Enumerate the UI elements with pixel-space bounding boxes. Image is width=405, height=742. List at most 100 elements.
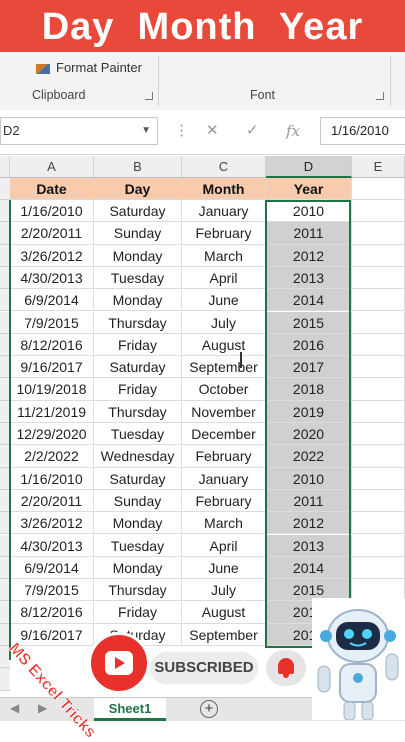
year-cell[interactable]: 2016 (266, 333, 352, 357)
year-cell[interactable]: 2017 (266, 356, 352, 379)
day-cell[interactable]: Tuesday (94, 266, 182, 290)
year-cell[interactable]: 2012 (266, 244, 352, 267)
row-header[interactable] (0, 178, 10, 200)
day-cell[interactable]: Thursday (94, 400, 182, 423)
month-cell[interactable]: April (182, 534, 266, 557)
name-box[interactable]: D2 ▼ (0, 117, 158, 145)
day-cell[interactable]: Tuesday (94, 534, 182, 557)
empty-cell[interactable] (352, 445, 405, 468)
empty-cell[interactable] (352, 356, 405, 379)
year-cell[interactable]: 2019 (266, 400, 352, 423)
year-cell[interactable]: 2013 (266, 534, 352, 557)
month-cell[interactable]: November (182, 400, 266, 423)
date-cell[interactable]: 7/9/2015 (10, 311, 94, 334)
cancel-icon[interactable]: ✕ (206, 117, 219, 145)
date-cell[interactable]: 2/20/2011 (10, 222, 94, 245)
empty-cell[interactable] (352, 467, 405, 490)
date-cell[interactable]: 4/30/2013 (10, 266, 94, 290)
date-cell[interactable]: 3/26/2012 (10, 512, 94, 535)
day-cell[interactable]: Sunday (94, 489, 182, 513)
font-launcher-icon[interactable] (376, 92, 384, 100)
month-cell[interactable]: August (182, 601, 266, 624)
date-cell[interactable]: 2/2/2022 (10, 445, 94, 468)
channel-logo[interactable] (88, 632, 150, 694)
day-cell[interactable]: Friday (94, 333, 182, 357)
month-cell[interactable]: February (182, 445, 266, 468)
empty-cell[interactable] (352, 489, 405, 513)
month-cell[interactable]: June (182, 289, 266, 312)
year-cell[interactable]: 2018 (266, 378, 352, 401)
prev-sheet-icon[interactable]: ◀ (10, 701, 19, 715)
day-cell[interactable]: Tuesday (94, 423, 182, 446)
empty-cell[interactable] (352, 400, 405, 423)
month-cell[interactable]: July (182, 311, 266, 334)
day-cell[interactable]: Thursday (94, 579, 182, 602)
day-cell[interactable]: Saturday (94, 356, 182, 379)
clipboard-launcher-icon[interactable] (145, 92, 153, 100)
month-cell[interactable]: April (182, 266, 266, 290)
empty-cell[interactable] (352, 244, 405, 267)
date-cell[interactable]: 8/12/2016 (10, 333, 94, 357)
chevron-down-icon[interactable]: ▼ (141, 118, 151, 144)
date-cell[interactable]: 8/12/2016 (10, 601, 94, 624)
day-cell[interactable]: Friday (94, 378, 182, 401)
date-cell[interactable]: 6/9/2014 (10, 289, 94, 312)
fx-icon[interactable]: fx (286, 117, 300, 145)
year-cell[interactable]: 2020 (266, 423, 352, 446)
empty-cell[interactable] (352, 534, 405, 557)
header-cell-year[interactable]: Year (266, 178, 352, 201)
month-cell[interactable]: February (182, 489, 266, 513)
month-cell[interactable]: June (182, 556, 266, 580)
year-cell[interactable]: 2011 (266, 489, 352, 513)
empty-cell[interactable] (352, 423, 405, 446)
empty-cell[interactable] (352, 378, 405, 401)
empty-cell[interactable] (352, 178, 405, 201)
notification-bell-button[interactable] (266, 650, 306, 686)
column-header-d[interactable]: D (266, 156, 352, 178)
date-cell[interactable]: 1/16/2010 (10, 200, 94, 223)
day-cell[interactable]: Monday (94, 289, 182, 312)
column-header-b[interactable]: B (94, 156, 182, 178)
day-cell[interactable]: Monday (94, 556, 182, 580)
enter-icon[interactable]: ✓ (246, 117, 259, 145)
sheet-tab-sheet1[interactable]: Sheet1 (94, 698, 166, 721)
next-sheet-icon[interactable]: ▶ (38, 701, 47, 715)
empty-cell[interactable] (352, 200, 405, 223)
month-cell[interactable]: March (182, 512, 266, 535)
year-cell[interactable]: 2011 (266, 222, 352, 245)
subscribed-button[interactable]: SUBSCRIBED (150, 652, 258, 684)
date-cell[interactable]: 10/19/2018 (10, 378, 94, 401)
empty-cell[interactable] (352, 311, 405, 334)
date-cell[interactable]: 11/21/2019 (10, 400, 94, 423)
empty-cell[interactable] (352, 556, 405, 580)
format-painter-button[interactable]: Format Painter (36, 60, 142, 75)
header-cell-date[interactable]: Date (10, 178, 94, 201)
month-cell[interactable]: July (182, 579, 266, 602)
date-cell[interactable]: 1/16/2010 (10, 467, 94, 490)
date-cell[interactable]: 12/29/2020 (10, 423, 94, 446)
day-cell[interactable]: Sunday (94, 222, 182, 245)
empty-cell[interactable] (352, 289, 405, 312)
date-cell[interactable]: 2/20/2011 (10, 489, 94, 513)
month-cell[interactable]: March (182, 244, 266, 267)
month-cell[interactable]: February (182, 222, 266, 245)
row-header[interactable] (0, 668, 10, 691)
month-cell[interactable]: September (182, 623, 266, 646)
day-cell[interactable]: Saturday (94, 200, 182, 223)
month-cell[interactable]: September (182, 356, 266, 379)
empty-cell[interactable] (352, 512, 405, 535)
month-cell[interactable]: December (182, 423, 266, 446)
date-cell[interactable]: 3/26/2012 (10, 244, 94, 267)
column-header-e[interactable]: E (352, 156, 405, 178)
formula-input[interactable]: 1/16/2010 (320, 117, 405, 145)
year-cell[interactable]: 2014 (266, 556, 352, 580)
day-cell[interactable]: Wednesday (94, 445, 182, 468)
date-cell[interactable]: 6/9/2014 (10, 556, 94, 580)
column-header-a[interactable]: A (10, 156, 94, 178)
year-cell[interactable]: 2015 (266, 311, 352, 334)
date-cell[interactable]: 7/9/2015 (10, 579, 94, 602)
header-cell-day[interactable]: Day (94, 178, 182, 201)
month-cell[interactable]: January (182, 467, 266, 490)
date-cell[interactable]: 9/16/2017 (10, 356, 94, 379)
day-cell[interactable]: Thursday (94, 311, 182, 334)
